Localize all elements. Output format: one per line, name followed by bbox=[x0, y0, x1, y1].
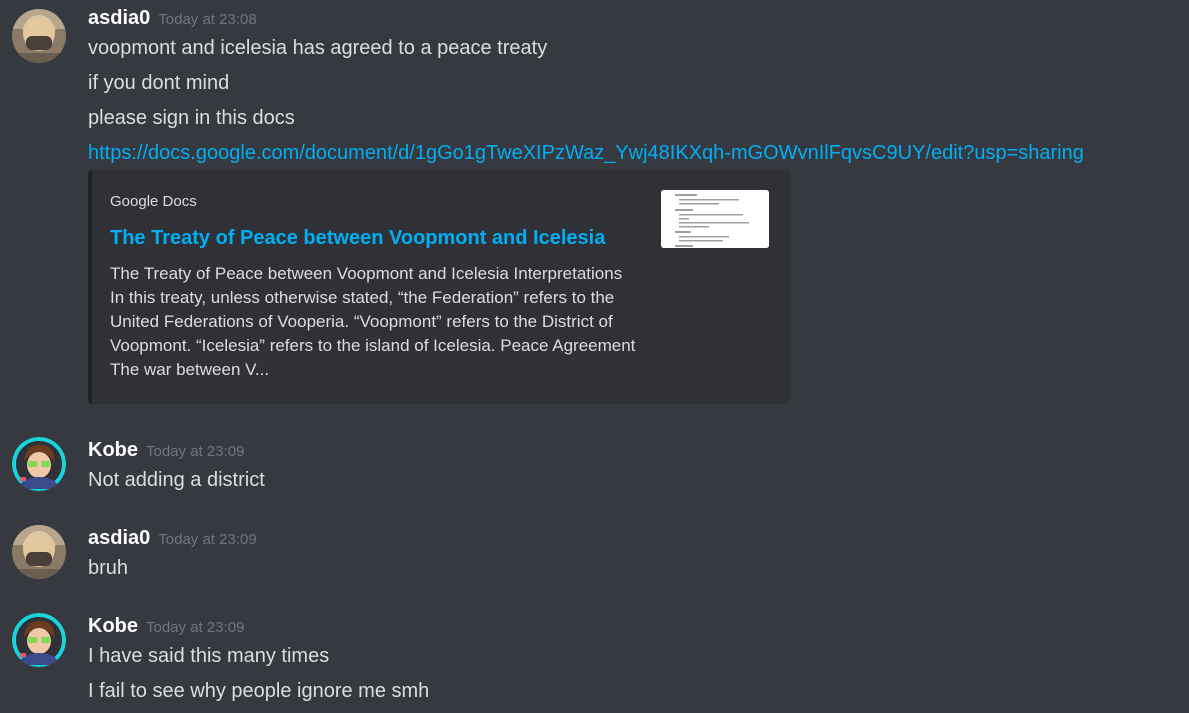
message-text: I fail to see why people ignore me smh bbox=[88, 680, 430, 702]
message-text: I have said this many times bbox=[88, 645, 330, 667]
username[interactable]: Kobe bbox=[88, 615, 138, 637]
document-thumbnail[interactable] bbox=[661, 190, 769, 248]
username[interactable]: asdia0 bbox=[88, 7, 150, 29]
message-text: please sign in this docs bbox=[88, 107, 295, 129]
avatar-kobe[interactable] bbox=[12, 437, 66, 491]
username[interactable]: asdia0 bbox=[88, 527, 150, 549]
chat-messages: asdia0 Today at 23:08 voopmont and iceles… bbox=[0, 0, 1189, 713]
timestamp: Today at 23:09 bbox=[146, 443, 245, 460]
embed-title[interactable]: The Treaty of Peace between Voopmont and… bbox=[110, 225, 605, 251]
message-text: if you dont mind bbox=[88, 72, 230, 94]
link-embed: Google Docs The Treaty of Peace between … bbox=[88, 170, 790, 404]
timestamp: Today at 23:09 bbox=[158, 531, 257, 548]
message-text: Not adding a district bbox=[88, 469, 265, 491]
message-header: asdia0 Today at 23:08 bbox=[88, 7, 257, 33]
timestamp: Today at 23:09 bbox=[146, 619, 245, 636]
avatar-asdia0[interactable] bbox=[12, 9, 66, 63]
message-header: Kobe Today at 23:09 bbox=[88, 615, 244, 641]
embed-description: The Treaty of Peace between Voopmont and… bbox=[110, 264, 636, 379]
message-text: voopmont and icelesia has agreed to a pe… bbox=[88, 37, 548, 59]
avatar-kobe[interactable] bbox=[12, 613, 66, 667]
message-text: bruh bbox=[88, 557, 129, 579]
embed-provider[interactable]: Google Docs bbox=[110, 192, 197, 212]
message-link-line: https://docs.google.com/document/d/1gGo1… bbox=[88, 140, 1084, 166]
message-header: asdia0 Today at 23:09 bbox=[88, 527, 257, 553]
message-header: Kobe Today at 23:09 bbox=[88, 439, 244, 465]
username[interactable]: Kobe bbox=[88, 439, 138, 461]
avatar-asdia0[interactable] bbox=[12, 525, 66, 579]
timestamp: Today at 23:08 bbox=[158, 11, 257, 28]
google-docs-link[interactable]: https://docs.google.com/document/d/1gGo1… bbox=[88, 142, 1084, 164]
